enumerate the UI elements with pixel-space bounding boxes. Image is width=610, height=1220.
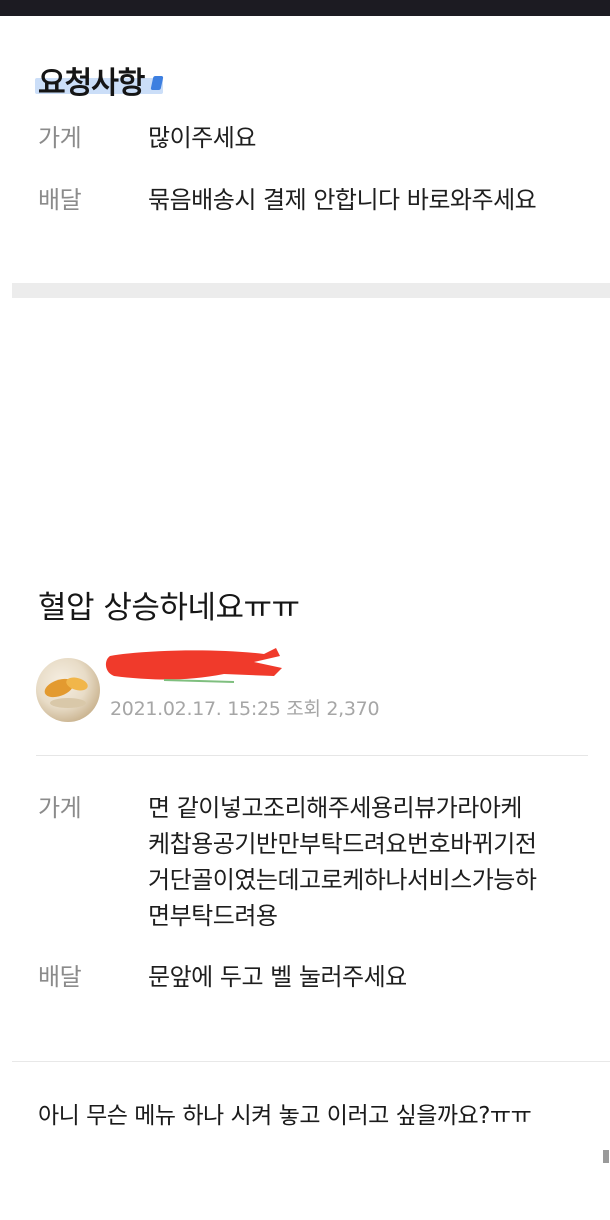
highlight-cursor-mark	[150, 76, 164, 90]
request-row-label: 가게	[38, 124, 82, 152]
avatar[interactable]	[36, 658, 100, 722]
avatar-image-detail	[50, 698, 86, 708]
post-row-value: 면 같이넣고조리해주세용리뷰가라아케 케찹용공기반만부탁드려요번호바뀌기전 거단…	[148, 790, 578, 934]
post-row-line: 문앞에 두고 벨 눌러주세요	[148, 963, 407, 991]
request-row-value: 많이주세요	[148, 124, 256, 152]
post-row-line: 면 같이넣고조리해주세용리뷰가라아케	[148, 794, 523, 822]
post-row-label: 배달	[38, 963, 82, 991]
top-status-bar	[0, 0, 610, 16]
request-row-label: 배달	[38, 186, 82, 214]
post-meta-info: 2021.02.17. 15:25 조회 2,370	[110, 698, 380, 720]
comment-text: 아니 무슨 메뉴 하나 시켜 놓고 이러고 싶을까요?ㅠㅠ	[38, 1103, 532, 1129]
post-row-line: 거단골이였는데고로케하나서비스가능하	[148, 866, 537, 894]
section-divider	[12, 283, 610, 298]
divider	[12, 1061, 610, 1062]
post-row-line: 케찹용공기반만부탁드려요번호바뀌기전	[148, 830, 537, 858]
post-row-value: 문앞에 두고 벨 눌러주세요	[148, 959, 578, 995]
divider	[36, 755, 588, 756]
scrollbar-thumb[interactable]	[603, 1150, 609, 1163]
request-row-value: 묶음배송시 결제 안합니다 바로와주세요	[148, 186, 537, 214]
post-title: 혈압 상승하네요ㅠㅠ	[38, 590, 300, 626]
post-row-line: 면부탁드려용	[148, 902, 278, 930]
request-section-title: 요청사항	[35, 58, 164, 102]
redacted-author-name	[105, 648, 283, 683]
request-title-text: 요청사항	[38, 66, 145, 101]
post-row-label: 가게	[38, 794, 82, 822]
